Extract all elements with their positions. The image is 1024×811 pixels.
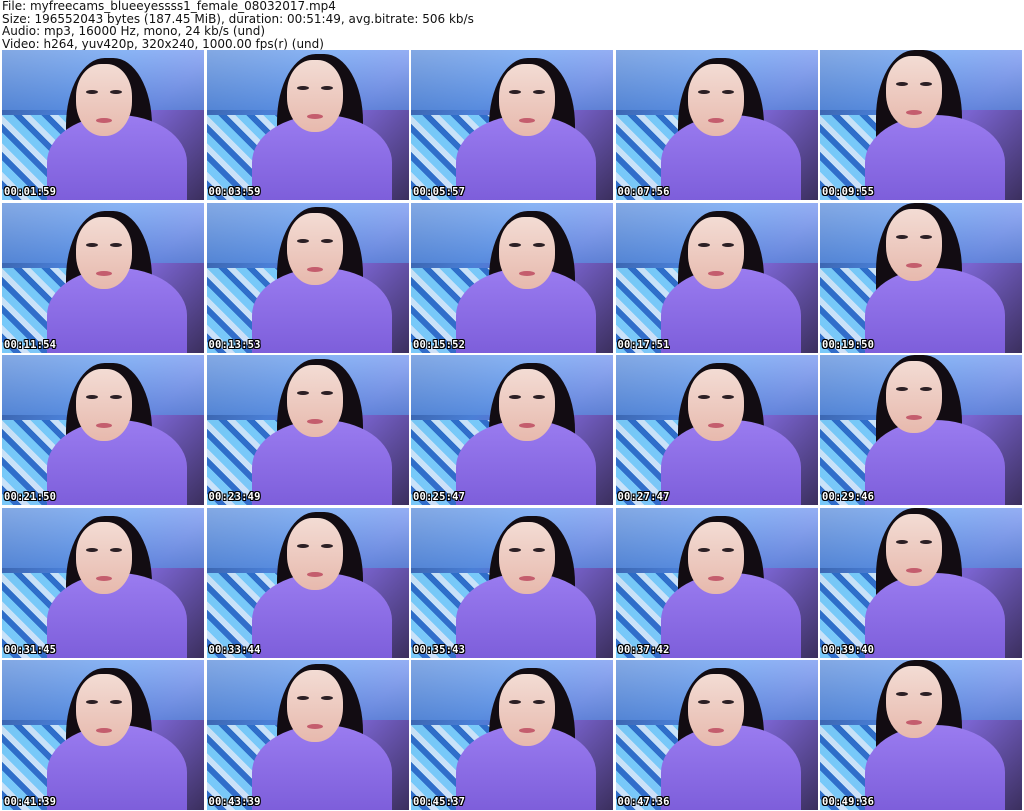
video-thumbnail: 00:21:50	[2, 355, 204, 505]
thumbnail-timestamp: 00:43:39	[208, 796, 261, 808]
thumbnail-timestamp: 00:11:54	[4, 338, 57, 351]
thumbnail-timestamp: 00:09:55	[822, 186, 875, 198]
video-thumbnail: 00:01:59	[2, 50, 204, 200]
file-size-line: Size: 196552043 bytes (187.45 MiB), dura…	[2, 12, 474, 26]
thumbnail-timestamp: 00:23:49	[208, 491, 261, 503]
video-thumbnail: 00:49:36	[820, 660, 1022, 810]
video-thumbnail: 00:13:53	[206, 202, 409, 353]
video-thumbnail: 00:17:51	[615, 202, 818, 353]
thumbnail-timestamp: 00:03:59	[208, 186, 261, 198]
thumbnail-timestamp: 00:33:44	[208, 643, 261, 656]
video-thumbnail: 00:03:59	[206, 50, 409, 200]
video-thumbnail: 00:33:44	[206, 507, 409, 658]
thumbnail-timestamp: 00:15:52	[413, 338, 466, 351]
thumbnail-timestamp: 00:45:37	[413, 796, 466, 808]
thumbnail-timestamp: 00:25:47	[413, 491, 466, 503]
video-thumbnail: 00:15:52	[411, 202, 613, 353]
video-thumbnail: 00:11:54	[2, 202, 204, 353]
video-thumbnail: 00:23:49	[206, 355, 409, 505]
video-thumbnail: 00:37:42	[615, 507, 818, 658]
video-thumbnail: 00:05:57	[411, 50, 613, 200]
video-thumbnail: 00:25:47	[411, 355, 613, 505]
video-thumbnail: 00:45:37	[411, 660, 613, 810]
thumbnail-timestamp: 00:41:39	[4, 796, 57, 808]
thumbnail-timestamp: 00:47:36	[617, 796, 670, 808]
video-thumbnail: 00:27:47	[615, 355, 818, 505]
thumbnail-timestamp: 00:39:40	[822, 643, 875, 656]
video-thumbnail: 00:07:56	[615, 50, 818, 200]
video-thumbnail: 00:09:55	[820, 50, 1022, 200]
video-thumbnail: 00:47:36	[615, 660, 818, 810]
video-thumbnail: 00:41:39	[2, 660, 204, 810]
thumbnail-timestamp: 00:31:45	[4, 643, 57, 656]
thumbnail-timestamp: 00:17:51	[617, 338, 670, 351]
thumbnail-timestamp: 00:01:59	[4, 186, 57, 198]
audio-info-line: Audio: mp3, 16000 Hz, mono, 24 kb/s (und…	[2, 25, 266, 38]
video-info-header: File: myfreecams_blueeyessss1_female_080…	[2, 0, 1022, 50]
video-thumbnail: 00:29:46	[820, 355, 1022, 505]
video-thumbnail: 00:39:40	[820, 507, 1022, 658]
video-thumbnail: 00:35:43	[411, 507, 613, 658]
thumbnail-timestamp: 00:37:42	[617, 643, 670, 656]
thumbnail-timestamp: 00:35:43	[413, 643, 466, 656]
video-thumbnail: 00:19:50	[820, 202, 1022, 353]
thumbnail-timestamp: 00:13:53	[208, 338, 261, 351]
file-name-line: File: myfreecams_blueeyessss1_female_080…	[2, 0, 336, 13]
video-thumbnail: 00:31:45	[2, 507, 204, 658]
thumbnail-timestamp: 00:19:50	[822, 338, 875, 351]
thumbnail-timestamp: 00:29:46	[822, 491, 875, 503]
thumbnail-timestamp: 00:49:36	[822, 796, 875, 808]
thumbnail-grid: 00:01:59 00:03:59 00:05:57 00:07:56 00:0…	[2, 50, 1022, 810]
thumbnail-timestamp: 00:05:57	[413, 186, 466, 198]
thumbnail-timestamp: 00:07:56	[617, 186, 670, 198]
thumbnail-timestamp: 00:21:50	[4, 491, 57, 503]
video-info-line: Video: h264, yuv420p, 320x240, 1000.00 f…	[2, 37, 324, 51]
thumbnail-timestamp: 00:27:47	[617, 491, 670, 503]
video-thumbnail: 00:43:39	[206, 660, 409, 810]
